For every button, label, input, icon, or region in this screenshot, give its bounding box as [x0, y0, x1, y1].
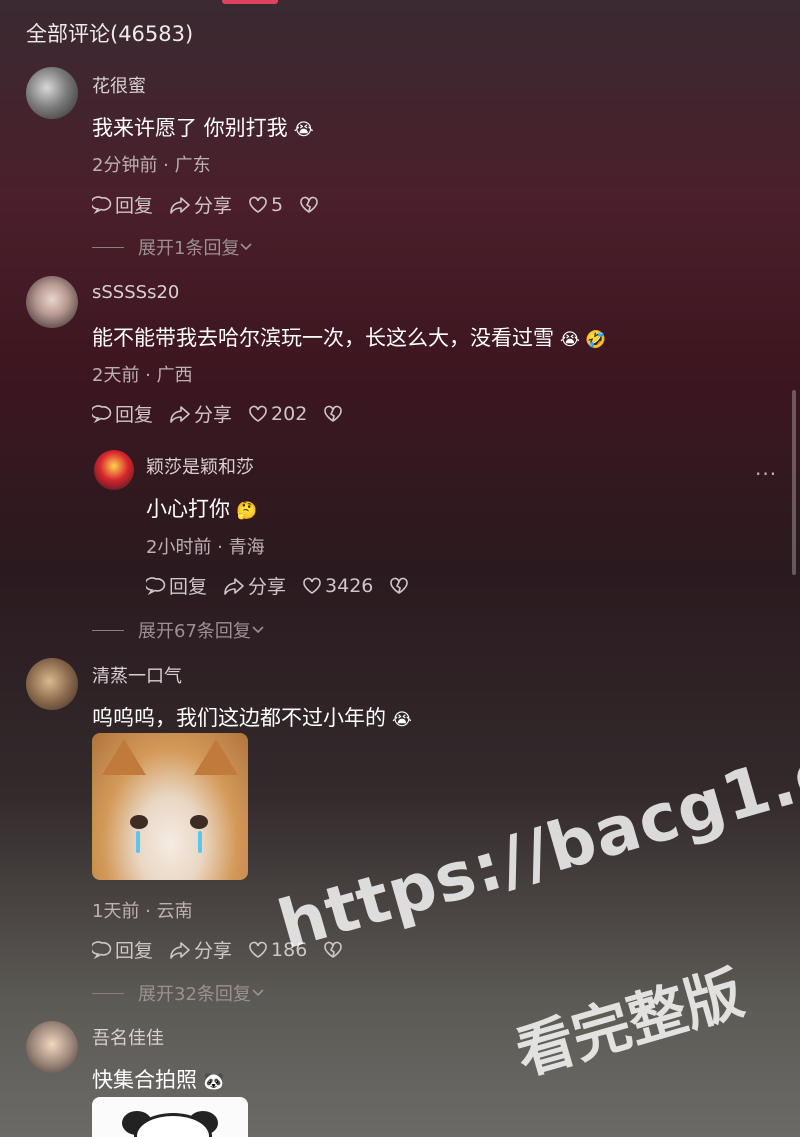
- dislike-button[interactable]: [323, 404, 346, 424]
- share-button[interactable]: 分享: [169, 936, 232, 963]
- crying-emoji-icon: 😭: [392, 710, 412, 730]
- panda-sticker-image[interactable]: [92, 1097, 248, 1137]
- broken-heart-icon: [390, 577, 409, 594]
- reply-button[interactable]: 回复: [92, 936, 153, 963]
- divider-line: [92, 246, 124, 248]
- cat-eye: [190, 815, 208, 829]
- share-button[interactable]: 分享: [169, 191, 232, 218]
- comments-header: 全部评论(46583): [26, 22, 194, 46]
- share-icon: [170, 405, 190, 423]
- crying-cat-sticker-image[interactable]: [92, 733, 248, 880]
- reply-button[interactable]: 回复: [92, 191, 153, 218]
- chevron-down-icon: [240, 243, 253, 251]
- tear-drop: [198, 831, 202, 853]
- reply-icon: [92, 404, 112, 423]
- chevron-down-icon: [252, 626, 264, 634]
- divider-line: [92, 629, 124, 631]
- more-options-button[interactable]: ···: [755, 462, 777, 486]
- comment-username[interactable]: sSSSSs20: [92, 282, 179, 303]
- comment-meta: 2天前 · 广西: [92, 365, 193, 386]
- scrollbar[interactable]: [792, 390, 796, 575]
- comment-meta: 2分钟前 · 广东: [92, 155, 211, 176]
- comment-actions: 回复 分享 202: [92, 400, 362, 427]
- cat-ear: [102, 739, 146, 775]
- reply-button[interactable]: 回复: [92, 400, 153, 427]
- expand-replies-button[interactable]: 展开1条回复: [92, 234, 253, 260]
- dislike-button[interactable]: [389, 576, 412, 596]
- avatar[interactable]: [26, 1021, 78, 1073]
- share-icon: [170, 196, 190, 214]
- heart-icon: [249, 941, 267, 958]
- emoji-icons: 😭 🤣: [560, 330, 607, 350]
- like-button[interactable]: 202: [248, 403, 307, 425]
- comment-username[interactable]: 吾名佳佳: [92, 1024, 164, 1050]
- comment-text: 快集合拍照 🐼: [92, 1068, 225, 1092]
- comment-text: 我来许愿了 你别打我 😭: [92, 116, 314, 140]
- cat-ear: [194, 739, 238, 775]
- like-button[interactable]: 3426: [302, 575, 373, 597]
- avatar[interactable]: [26, 67, 78, 119]
- chevron-down-icon: [252, 989, 264, 997]
- share-icon: [170, 941, 190, 959]
- expand-replies-button[interactable]: 展开67条回复: [92, 617, 265, 643]
- heart-icon: [249, 405, 267, 422]
- reply-icon: [92, 940, 112, 959]
- share-icon: [224, 577, 244, 595]
- cat-eye: [130, 815, 148, 829]
- tear-drop: [136, 831, 140, 853]
- thinking-emoji-icon: 🤔: [236, 501, 258, 521]
- heart-icon: [249, 196, 267, 213]
- avatar[interactable]: [26, 658, 78, 710]
- comment-text: 能不能带我去哈尔滨玩一次，长这么大，没看过雪 😭 🤣: [92, 326, 607, 350]
- comment-actions: 回复 分享 5: [92, 191, 338, 218]
- crying-emoji-icon: 😭: [293, 120, 314, 140]
- active-tab-indicator: [222, 0, 278, 4]
- reply-meta: 2小时前 · 青海: [146, 537, 265, 558]
- comment-username[interactable]: 花很蜜: [92, 72, 146, 98]
- heart-icon: [303, 577, 321, 594]
- share-button[interactable]: 分享: [223, 572, 286, 599]
- panda-emoji-icon: 🐼: [203, 1072, 225, 1092]
- reply-text: 小心打你 🤔: [146, 497, 258, 521]
- like-button[interactable]: 5: [248, 194, 283, 216]
- reply-icon: [92, 195, 112, 214]
- broken-heart-icon: [300, 196, 318, 213]
- avatar[interactable]: [94, 450, 134, 490]
- reply-icon: [146, 576, 166, 595]
- reply-button[interactable]: 回复: [146, 572, 207, 599]
- divider-line: [92, 992, 124, 994]
- watermark-caption: 看完整版: [508, 958, 751, 1088]
- watermark-url: https://bacg1.com: [270, 699, 800, 965]
- reply-username[interactable]: 颖莎是颖和莎: [146, 453, 254, 479]
- comment-meta: 1天前 · 云南: [92, 901, 193, 922]
- expand-replies-button[interactable]: 展开32条回复: [92, 980, 265, 1006]
- comment-username[interactable]: 清蒸一口气: [92, 662, 182, 688]
- dislike-button[interactable]: [299, 195, 322, 215]
- reply-actions: 回复 分享 3426: [146, 572, 428, 599]
- broken-heart-icon: [324, 405, 343, 422]
- share-button[interactable]: 分享: [169, 400, 232, 427]
- avatar[interactable]: [26, 276, 78, 328]
- comment-text: 呜呜呜，我们这边都不过小年的 😭: [92, 706, 412, 730]
